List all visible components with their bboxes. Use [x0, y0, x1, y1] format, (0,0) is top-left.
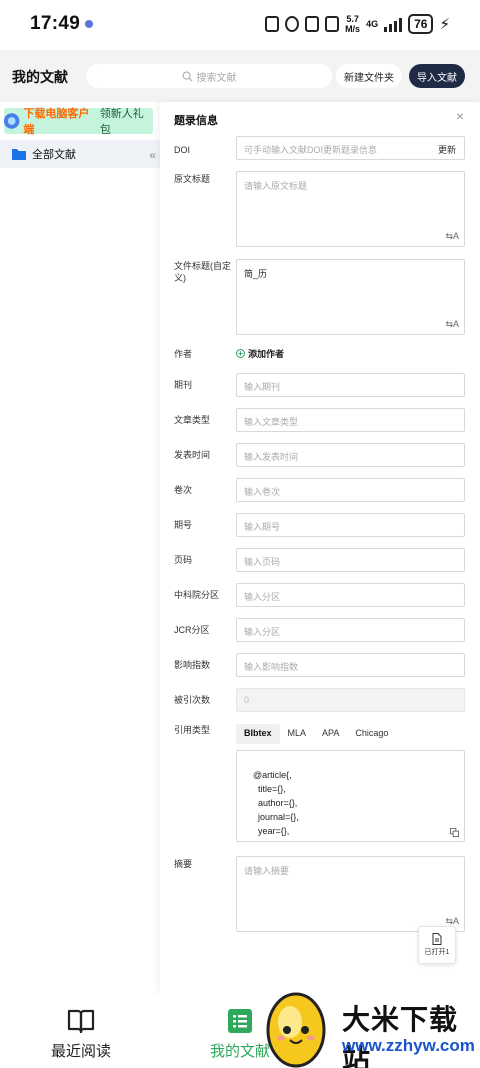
volume-label: 卷次: [174, 485, 193, 495]
citations-field: 0: [236, 688, 465, 712]
article-type-label: 文章类型: [174, 415, 211, 425]
gift-icon: [3, 113, 20, 129]
battery-icon: 76: [408, 14, 434, 34]
pages-input[interactable]: 输入页码: [236, 548, 465, 572]
status-bar: 17:49 5.7 M/s 4G 76 ⚡: [0, 0, 480, 50]
citation-text[interactable]: @article{, title={}, author={}, journal=…: [236, 750, 465, 842]
impact-factor-input[interactable]: 输入影响指数: [236, 653, 465, 677]
volume-input[interactable]: 输入卷次: [236, 478, 465, 502]
impact-factor-label: 影响指数: [174, 660, 211, 670]
net-speed: 5.7 M/s: [345, 14, 361, 34]
cite-type-tabs: BIbtex MLA APA Chicago: [236, 724, 396, 744]
abstract-input[interactable]: 请输入摘要 ⇆A: [236, 856, 465, 932]
doi-label: DOI: [174, 145, 191, 155]
promo-highlight: 下载电脑客户端: [23, 108, 90, 136]
article-type-input[interactable]: 输入文章类型: [236, 408, 465, 432]
folder-icon: [12, 149, 26, 160]
signal-icon: [384, 16, 403, 32]
citations-label: 被引次数: [174, 695, 211, 705]
nfc-icon: [265, 16, 280, 32]
original-title-input[interactable]: 请输入原文标题 ⇆A: [236, 171, 465, 247]
cas-zone-input[interactable]: 输入分区: [236, 583, 465, 607]
network-type: 4G: [366, 19, 379, 29]
sidebar-item-label: 全部文献: [32, 149, 76, 161]
status-icons: 5.7 M/s 4G 76 ⚡: [265, 14, 450, 34]
tab-bibtex[interactable]: BIbtex: [236, 724, 280, 744]
sidebar: 下载电脑客户端 领新人礼包 全部文献 «: [0, 102, 160, 994]
watermark: 大米下载站 www.zzhyw.com: [266, 988, 480, 1068]
promo-text: 领新人礼包: [99, 108, 144, 136]
add-author-button[interactable]: + 添加作者: [236, 347, 284, 360]
book-icon: [67, 1009, 95, 1034]
search-input[interactable]: 搜索文献: [86, 64, 332, 88]
vibrate-icon: [305, 16, 320, 32]
journal-input[interactable]: 输入期刊: [236, 373, 465, 397]
doi-input[interactable]: 可手动输入文献DOI更新题录信息 更新: [236, 136, 465, 160]
mascot-logo: [266, 992, 326, 1068]
file-title-input[interactable]: 简_历 ⇆A: [236, 259, 465, 335]
copy-icon[interactable]: [450, 828, 459, 837]
metadata-panel: 题录信息 × DOI 可手动输入文献DOI更新题录信息 更新 原文标题 请输入原…: [160, 102, 480, 994]
nav-recent-label: 最近阅读: [50, 1043, 111, 1060]
panel-title: 题录信息: [174, 115, 218, 127]
cite-type-label: 引用类型: [174, 725, 211, 735]
nav-my-docs-label: 我的文献: [209, 1043, 270, 1060]
nav-recent[interactable]: 最近阅读: [36, 1008, 126, 1061]
plus-icon: +: [236, 349, 245, 358]
close-icon[interactable]: ×: [456, 108, 464, 124]
pages-label: 页码: [174, 555, 193, 565]
issue-input[interactable]: 输入期号: [236, 513, 465, 537]
search-icon: [182, 71, 192, 81]
translate-icon[interactable]: ⇆A: [445, 319, 459, 330]
abstract-label: 摘要: [174, 859, 193, 869]
opened-docs-button[interactable]: 已打开1: [418, 926, 456, 964]
cas-zone-label: 中科院分区: [174, 590, 220, 600]
tab-mla[interactable]: MLA: [280, 724, 315, 744]
alarm-icon: [285, 16, 300, 32]
file-title-label: 文件标题(自定义): [174, 261, 231, 283]
document-icon: [432, 933, 442, 945]
notification-icon: [85, 20, 93, 28]
watermark-url: www.zzhyw.com: [342, 1036, 475, 1055]
translate-icon[interactable]: ⇆A: [445, 231, 459, 242]
tab-apa[interactable]: APA: [314, 724, 347, 744]
page-title: 我的文献: [12, 69, 68, 85]
original-title-label: 原文标题: [174, 174, 211, 184]
import-button[interactable]: 导入文献: [409, 64, 465, 88]
author-label: 作者: [174, 349, 193, 359]
pub-date-input[interactable]: 输入发表时间: [236, 443, 465, 467]
promo-banner[interactable]: 下载电脑客户端 领新人礼包: [3, 108, 153, 136]
search-placeholder: 搜索文献: [196, 72, 237, 84]
list-icon: [228, 1009, 252, 1033]
charging-icon: ⚡: [439, 16, 450, 33]
app-header: 我的文献 搜索文献 新建文件夹 导入文献: [0, 50, 480, 102]
tab-chicago[interactable]: Chicago: [347, 724, 396, 744]
status-time: 17:49: [30, 13, 81, 34]
watermark-title: 大米下载站: [342, 1004, 459, 1068]
jcr-zone-label: JCR分区: [174, 625, 210, 635]
collapse-icon[interactable]: «: [149, 148, 156, 162]
new-folder-button[interactable]: 新建文件夹: [336, 64, 402, 88]
doi-update-button[interactable]: 更新: [438, 143, 456, 156]
mute-icon: [325, 16, 340, 32]
journal-label: 期刊: [174, 380, 193, 390]
issue-label: 期号: [174, 520, 193, 530]
jcr-zone-input[interactable]: 输入分区: [236, 618, 465, 642]
pub-date-label: 发表时间: [174, 450, 211, 460]
sidebar-item-all-docs[interactable]: 全部文献 «: [0, 140, 160, 168]
